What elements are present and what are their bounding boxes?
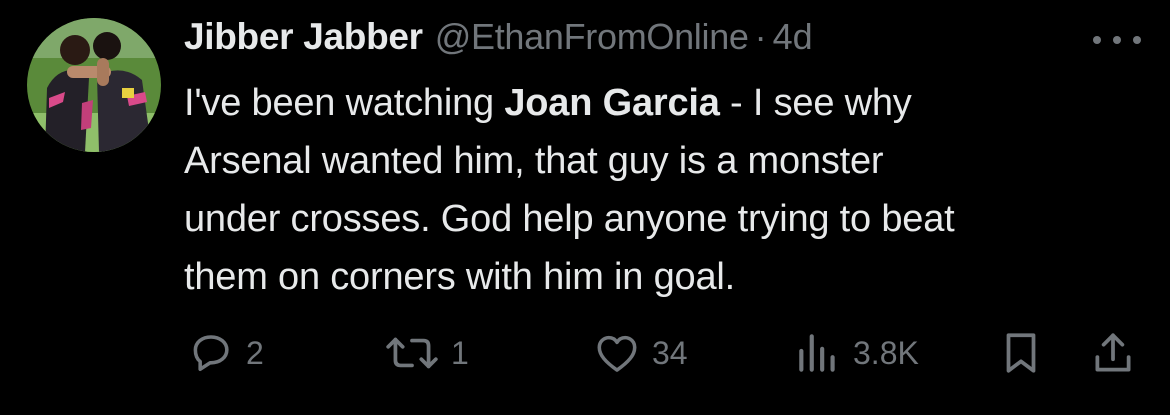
tweet-text-segment: - I see why (719, 82, 912, 124)
tweet-header: Jibber Jabber @EthanFromOnline · 4d (184, 16, 813, 66)
tweet-text-bold: Joan Garcia (504, 82, 720, 124)
avatar[interactable] (27, 18, 161, 152)
share-button[interactable] (1088, 328, 1138, 378)
views-count: 3.8K (853, 334, 919, 371)
bookmark-button[interactable] (996, 328, 1046, 378)
bar-chart-icon (799, 334, 835, 372)
views-button[interactable]: 3.8K (793, 328, 919, 378)
more-dots-icon (1133, 36, 1141, 44)
reply-count: 2 (246, 334, 264, 371)
tweet[interactable]: Jibber Jabber @EthanFromOnline · 4d I've… (0, 0, 1170, 415)
repost-count: 1 (451, 334, 469, 371)
heart-icon (597, 335, 637, 372)
action-bar: 2 1 34 3.8K (0, 328, 1170, 378)
bookmark-icon (1006, 333, 1036, 373)
more-dots-icon (1093, 36, 1101, 44)
tweet-text-line: under crosses. God help anyone trying to… (184, 198, 955, 240)
header-separator: · (754, 16, 767, 57)
more-options-button[interactable] (1093, 30, 1141, 50)
avatar-image (27, 18, 161, 152)
tweet-text-line: them on corners with him in goal. (184, 256, 735, 298)
tweet-text-segment: I've been watching (184, 82, 505, 124)
reply-button[interactable]: 2 (186, 328, 264, 378)
like-button[interactable]: 34 (592, 328, 688, 378)
author-handle[interactable]: @EthanFromOnline (435, 16, 749, 58)
reply-bubble-icon (193, 335, 229, 372)
tweet-timestamp[interactable]: 4d (773, 16, 813, 58)
repost-button[interactable]: 1 (383, 328, 469, 378)
tweet-text-line: Arsenal wanted him, that guy is a monste… (184, 140, 884, 182)
tweet-text-line: I've been watching Joan Garcia - I see w… (184, 74, 1144, 132)
like-count: 34 (652, 334, 688, 371)
share-upload-icon (1095, 333, 1131, 372)
more-dots-icon (1113, 36, 1121, 44)
repost-arrows-icon (386, 337, 438, 369)
tweet-text: I've been watching Joan Garcia - I see w… (184, 74, 1144, 306)
author-display-name[interactable]: Jibber Jabber (184, 16, 423, 58)
